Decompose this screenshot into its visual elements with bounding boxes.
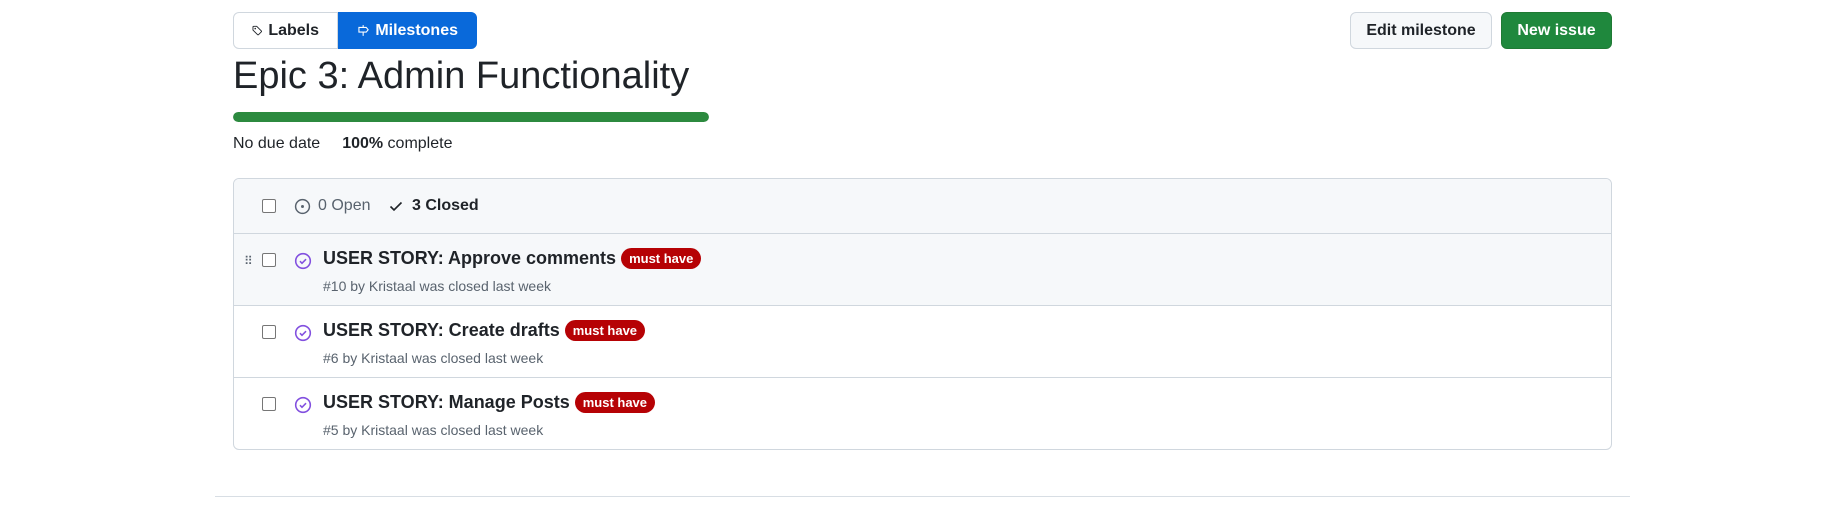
labels-tab[interactable]: Labels (233, 12, 338, 49)
open-count: 0 Open (318, 197, 371, 214)
closed-count: 3 Closed (412, 197, 479, 214)
due-date: No due date (233, 135, 321, 152)
issue-title-line: USER STORY: Approve comments must have (323, 248, 702, 269)
issue-checkbox[interactable] (262, 397, 276, 411)
milestone-progress-bar (233, 112, 709, 122)
issue-checkbox[interactable] (262, 325, 276, 339)
footer-divider (215, 496, 1630, 497)
issue-title-link[interactable]: USER STORY: Approve comments (323, 248, 616, 269)
issue-list-header: 0 Open 3 Closed (234, 179, 1611, 234)
milestone-icon (358, 25, 369, 36)
new-issue-button[interactable]: New issue (1501, 12, 1612, 49)
issue-title-line: USER STORY: Create drafts must have (323, 320, 646, 341)
issue-open-icon (294, 198, 311, 214)
issue-closed-icon (294, 324, 312, 342)
open-filter[interactable]: 0 Open (294, 197, 370, 215)
milestone-progress-fill (233, 112, 709, 122)
issues-subnav: Labels Milestones (233, 12, 477, 49)
issue-list: 0 Open 3 Closed ⠿ USER STORY: Approve co… (233, 178, 1612, 450)
issue-label[interactable]: must have (621, 248, 702, 269)
issue-row[interactable]: USER STORY: Create drafts must have #6 b… (234, 306, 1611, 378)
milestones-tab-label: Milestones (375, 21, 458, 39)
percent-complete: 100% (342, 135, 384, 152)
issue-meta: #10 by Kristaal was closed last week (323, 278, 551, 294)
check-icon (389, 201, 403, 212)
select-all-checkbox[interactable] (262, 199, 276, 213)
issue-meta: #6 by Kristaal was closed last week (323, 350, 544, 366)
percent-complete-suffix: complete (383, 135, 453, 152)
drag-handle-icon[interactable]: ⠿ (244, 254, 253, 268)
issue-row[interactable]: USER STORY: Manage Posts must have #5 by… (234, 378, 1611, 449)
issue-title-link[interactable]: USER STORY: Manage Posts (323, 392, 570, 413)
issue-title-line: USER STORY: Manage Posts must have (323, 392, 656, 413)
labels-tab-label: Labels (268, 21, 319, 39)
issue-label[interactable]: must have (574, 392, 656, 413)
milestone-title: Epic 3: Admin Functionality (233, 55, 690, 97)
milestone-meta: No due date 100% complete (233, 135, 452, 153)
issue-label[interactable]: must have (564, 320, 646, 341)
issue-checkbox[interactable] (262, 253, 276, 267)
closed-filter[interactable]: 3 Closed (388, 197, 479, 215)
issue-closed-icon (294, 396, 312, 414)
edit-milestone-button[interactable]: Edit milestone (1350, 12, 1492, 49)
tag-icon (252, 25, 262, 36)
milestones-tab[interactable]: Milestones (338, 12, 477, 49)
issue-meta: #5 by Kristaal was closed last week (323, 422, 544, 438)
issue-closed-icon (294, 252, 312, 270)
issue-title-link[interactable]: USER STORY: Create drafts (323, 320, 560, 341)
issue-row[interactable]: ⠿ USER STORY: Approve comments must have… (234, 234, 1611, 306)
